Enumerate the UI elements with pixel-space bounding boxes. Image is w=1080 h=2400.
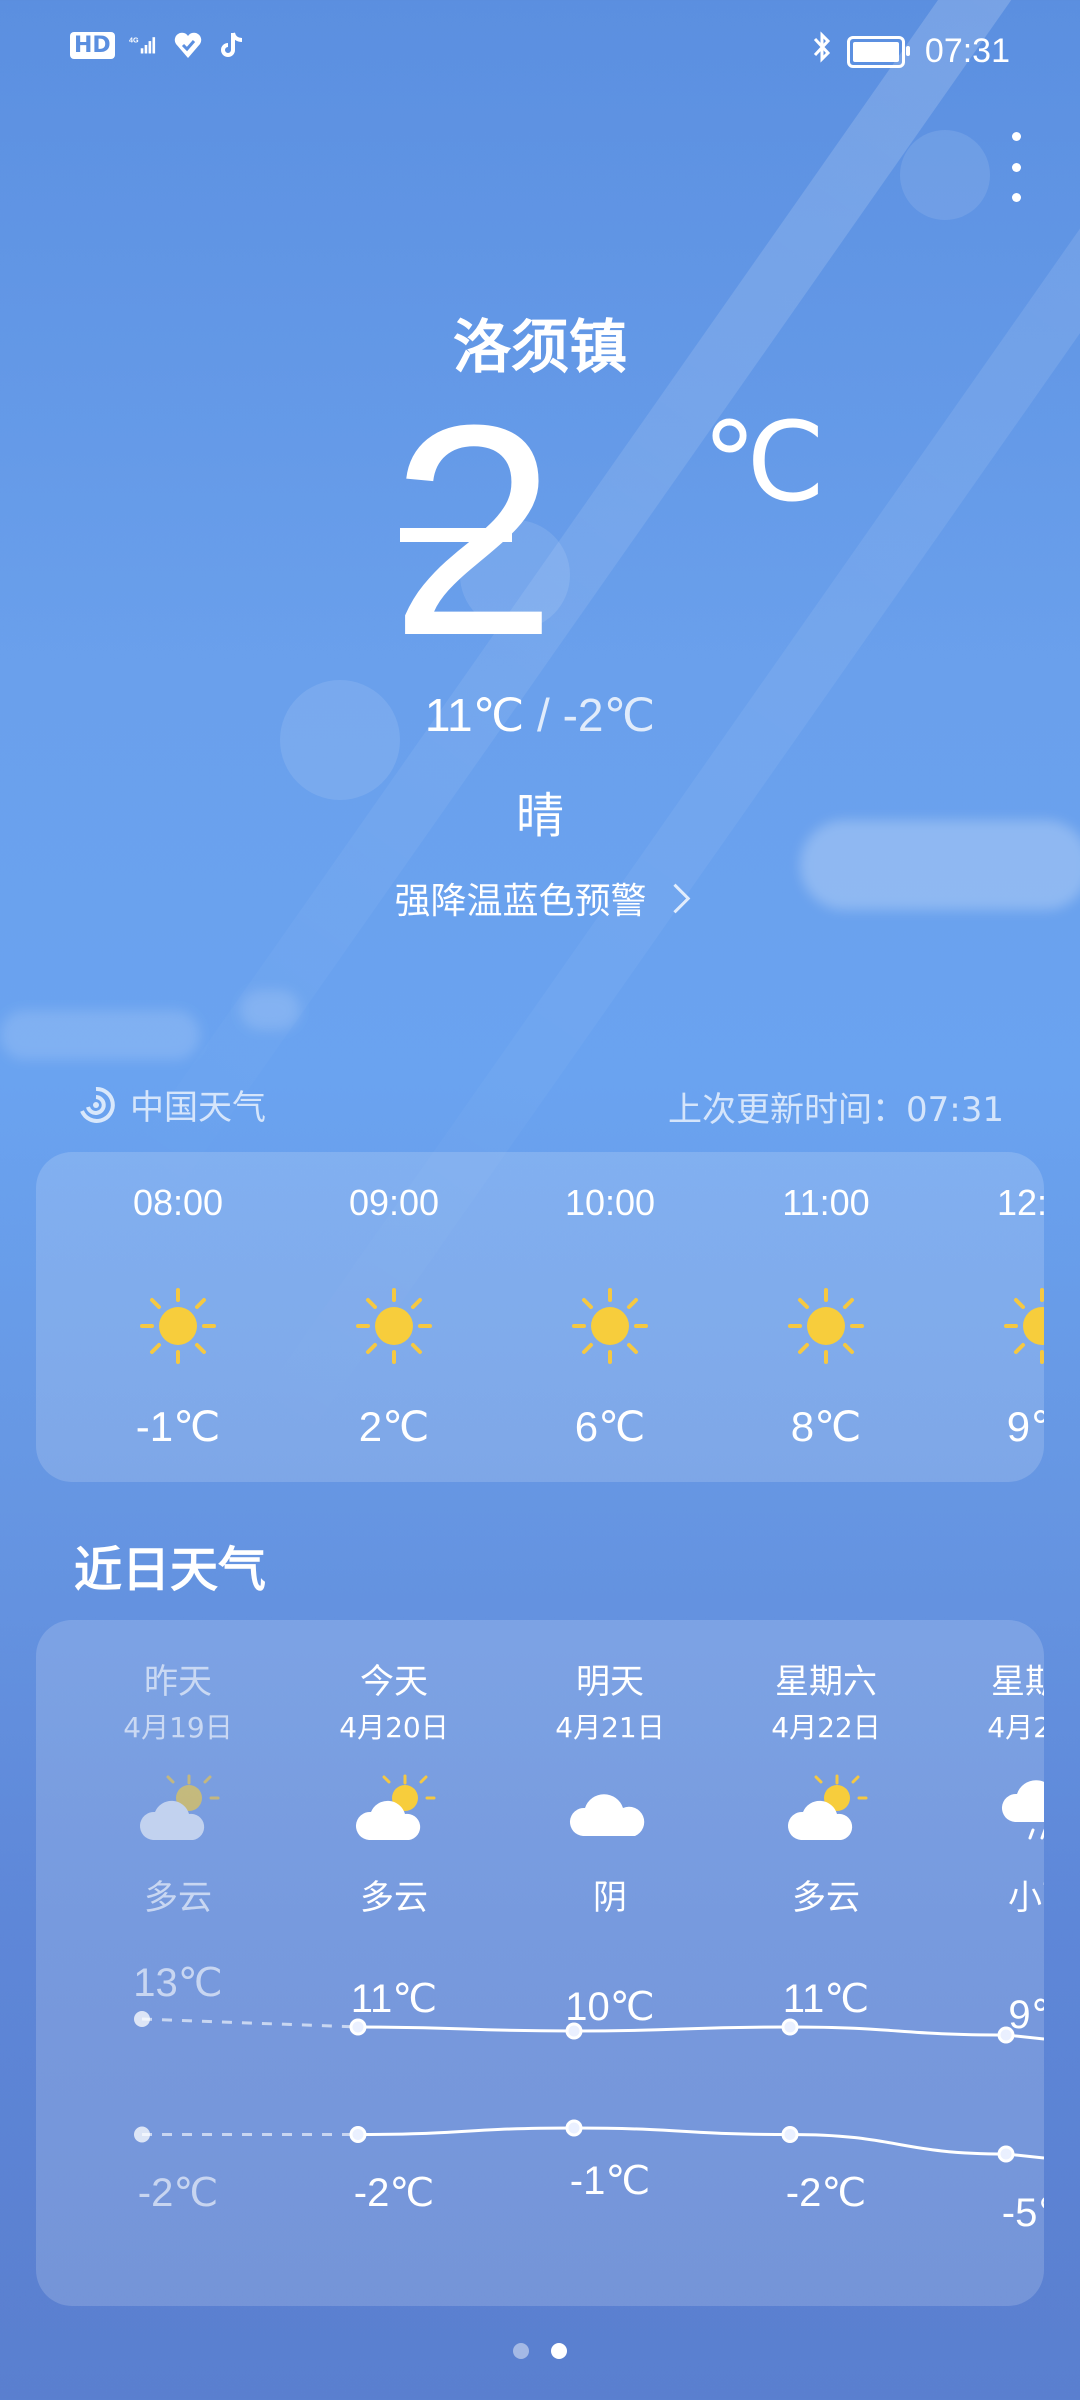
background-cloud [240, 990, 300, 1030]
section-title: 近日天气 [74, 1542, 267, 1598]
today-high: 11℃ [424, 689, 525, 741]
chevron-right-icon [660, 883, 690, 913]
hour-time: 11:00 [782, 1182, 870, 1223]
hour-time: 12:00 [996, 1182, 1044, 1223]
low-temp-point [997, 2145, 1015, 2163]
lens-flare [900, 130, 990, 220]
page-indicator[interactable] [0, 2343, 1080, 2359]
low-temp-point [134, 2126, 150, 2143]
page-dot [513, 2343, 529, 2359]
hour-time: 10:00 [564, 1182, 656, 1223]
low-temp-point [349, 2126, 367, 2143]
heart-shield-icon [173, 30, 203, 60]
dot [1011, 162, 1021, 172]
hourly-forecast-card[interactable]: 08:00 -1℃ 09:00 2℃ 10:00 6℃ 11:00 8℃ 12:… [36, 1152, 1044, 1482]
today-range: 11℃ / -2℃ [0, 688, 1080, 742]
dot [1011, 193, 1021, 202]
clock: 07:31 [924, 32, 1010, 70]
high-temp-point [781, 2018, 799, 2036]
sun-icon [788, 1288, 864, 1364]
hd-badge: HD [70, 31, 115, 59]
tiktok-icon [217, 30, 247, 60]
daily-high-label: 9℃ [1008, 1993, 1044, 2037]
daily-low-label: -2℃ [137, 2171, 219, 2215]
low-temp-line [357, 2126, 1044, 2160]
hour-temp: 9℃ [1006, 1403, 1044, 1450]
sun-icon [1004, 1288, 1044, 1364]
data-source: 中国天气 [76, 1080, 266, 1129]
hour-temp: 6℃ [574, 1403, 646, 1450]
signal-icon: 4G [129, 30, 159, 60]
daily-high-label: 13℃ [133, 1961, 223, 2005]
sun-icon [140, 1288, 216, 1364]
high-temp-point [134, 2011, 150, 2027]
battery-icon [846, 35, 910, 68]
hour-time: 08:00 [132, 1182, 224, 1223]
sun-icon [572, 1288, 648, 1364]
daily-low-label: -2℃ [785, 2171, 867, 2215]
weather-alert-link[interactable]: 强降温蓝色预警 [0, 872, 1080, 924]
source-label: 中国天气 [130, 1088, 266, 1128]
bluetooth-icon [811, 30, 833, 73]
dot [1011, 132, 1021, 141]
hour-temp: 8℃ [790, 1403, 862, 1450]
sun-icon [356, 1288, 432, 1364]
temperature-value: 2 [390, 362, 557, 698]
daily-high-label: 11℃ [782, 1977, 870, 2021]
range-separator: / [537, 689, 550, 741]
high-temp-line [357, 2025, 1044, 2041]
daily-forecast-card[interactable]: 昨天 4月19日 多云 今天 4月20日 多云 明天 4月21日 阴 星期六 4… [36, 1620, 1044, 2306]
more-options-button[interactable] [1004, 132, 1028, 202]
daily-low-label: -2℃ [353, 2171, 435, 2215]
page-dot-active [551, 2343, 567, 2359]
alert-text: 强降温蓝色预警 [394, 881, 647, 922]
daily-high-label: 10℃ [565, 1985, 655, 2029]
last-updated: 上次更新时间：07:31 [668, 1090, 1004, 1130]
low-temp-point [565, 2119, 583, 2137]
status-bar: HD 4G 07:31 [0, 30, 1080, 74]
network-label: 4G [129, 36, 139, 44]
china-weather-logo-icon [80, 1086, 115, 1123]
hour-time: 09:00 [348, 1182, 440, 1223]
background-cloud [0, 1010, 200, 1060]
daily-low-label: -5℃ [1001, 2191, 1044, 2235]
current-condition: 晴 [515, 788, 564, 844]
daily-high-label: 11℃ [350, 1977, 438, 2021]
daily-low-label: -1℃ [569, 2159, 651, 2203]
hour-temp: -1℃ [135, 1403, 221, 1450]
current-temperature: 2 ℃ [0, 380, 1080, 680]
low-temp-point [781, 2126, 799, 2143]
high-temp-point [349, 2018, 367, 2036]
today-low: -2℃ [562, 689, 656, 741]
hour-temp: 2℃ [358, 1403, 430, 1450]
temperature-unit: ℃ [702, 401, 826, 524]
